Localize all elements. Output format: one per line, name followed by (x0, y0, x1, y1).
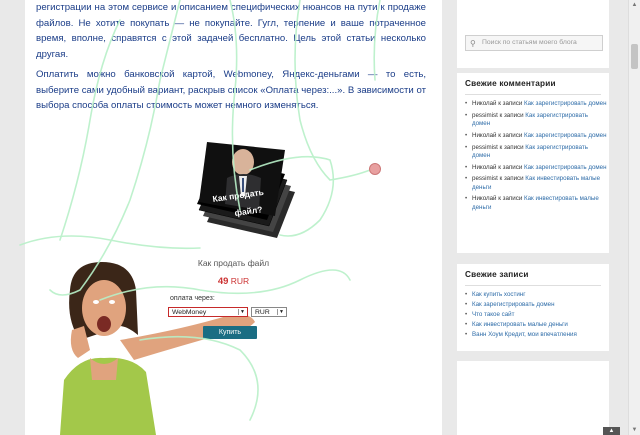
comments-list: Николай к записи Как зарегистрировать до… (465, 100, 607, 216)
divider (465, 285, 601, 286)
comment-item: pessimist к записи Как зарегистрировать … (465, 144, 607, 161)
buy-button[interactable]: Купить (203, 326, 257, 339)
promo-woman-image (60, 262, 255, 435)
payment-method-label: оплата через: (170, 295, 215, 302)
comment-author[interactable]: pessimist (472, 175, 498, 182)
comment-post-link[interactable]: Как зарегистрировать домен (524, 164, 607, 171)
post-item: Что такое сайт (465, 311, 607, 320)
post-item: Как зарегистрировать домен (465, 301, 607, 310)
post-link[interactable]: Как купить хостинг (472, 291, 525, 298)
search-input[interactable]: ⚲ Поиск по статьям моего блога (465, 35, 603, 51)
scroll-up-icon[interactable]: ▲ (629, 0, 640, 10)
comment-post-link[interactable]: Как зарегистрировать домен (524, 132, 607, 139)
comment-item: Николай к записи Как зарегистрировать до… (465, 132, 607, 141)
ebook-cover-image: Как продать файл? (197, 142, 295, 238)
widget-title: Свежие комментарии (465, 79, 556, 88)
chevron-down-icon: ▼ (238, 309, 246, 315)
comment-author[interactable]: Николай (472, 195, 497, 202)
cursor-marker-icon (369, 163, 381, 175)
post-item: Как инвестировать малые деньги (465, 321, 607, 330)
comment-item: Николай к записи Как зарегистрировать до… (465, 164, 607, 173)
recent-comments-widget: Свежие комментарии Николай к записи Как … (457, 73, 609, 253)
comment-author[interactable]: Николай (472, 132, 497, 139)
search-icon: ⚲ (470, 39, 476, 48)
scrollbar[interactable]: ▲ ▼ (628, 0, 640, 435)
post-link[interactable]: Что такое сайт (472, 311, 514, 318)
product-widget: Как продать файл? Как продать файл 49 RU… (25, 140, 442, 435)
currency-value: RUR (255, 309, 270, 316)
divider (465, 94, 601, 95)
empty-widget (457, 361, 609, 435)
comment-item: Николай к записи Как инвестировать малые… (465, 195, 607, 212)
widget-title: Свежие записи (465, 270, 529, 279)
search-placeholder: Поиск по статьям моего блога (482, 39, 577, 46)
search-widget: ⚲ Поиск по статьям моего блога (457, 0, 609, 68)
recent-posts-widget: Свежие записи Как купить хостинг Как зар… (457, 264, 609, 351)
comment-post-link[interactable]: Как зарегистрировать домен (524, 100, 607, 107)
currency-select[interactable]: RUR ▼ (251, 307, 287, 317)
post-item: Как купить хостинг (465, 291, 607, 300)
article-paragraph: регистрации на этом сервисе и описанием … (36, 2, 426, 60)
comment-author[interactable]: Николай (472, 164, 497, 171)
payment-method-select[interactable]: WebMoney ▼ (168, 307, 248, 317)
article-paragraph: Оплатить можно банковской картой, Webmon… (36, 69, 426, 111)
comment-item: pessimist к записи Как зарегистрировать … (465, 112, 607, 129)
scroll-down-icon[interactable]: ▼ (629, 425, 640, 435)
chevron-down-icon: ▼ (277, 309, 285, 315)
posts-list: Как купить хостинг Как зарегистрировать … (465, 291, 607, 341)
post-link[interactable]: Ванн Хоум Кредит, мои впечатления (472, 331, 577, 338)
comment-item: pessimist к записи Как инвестировать мал… (465, 175, 607, 192)
post-link[interactable]: Как инвестировать малые деньги (472, 321, 568, 328)
article-content: регистрации на этом сервисе и описанием … (25, 0, 442, 435)
post-item: Ванн Хоум Кредит, мои впечатления (465, 331, 607, 340)
chevron-up-icon[interactable]: ▲ (603, 427, 620, 435)
payment-method-value: WebMoney (172, 309, 207, 316)
post-link[interactable]: Как зарегистрировать домен (472, 301, 555, 308)
comment-author[interactable]: pessimist (472, 144, 498, 151)
scrollbar-thumb[interactable] (631, 44, 638, 69)
comment-item: Николай к записи Как зарегистрировать до… (465, 100, 607, 109)
comment-author[interactable]: pessimist (472, 112, 498, 119)
comment-author[interactable]: Николай (472, 100, 497, 107)
